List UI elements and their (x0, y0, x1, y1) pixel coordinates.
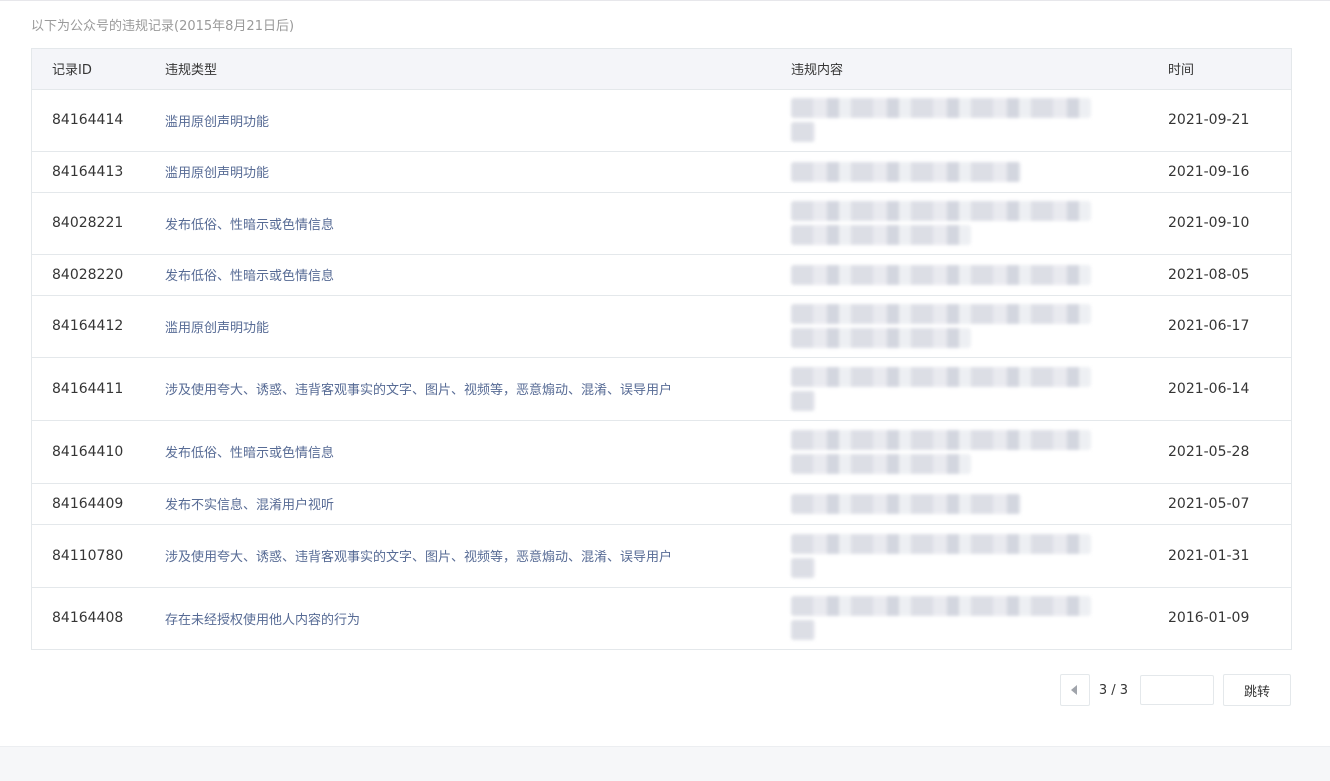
violation-type: 发布不实信息、混淆用户视听 (165, 483, 791, 525)
record-time: 2021-09-16 (1168, 151, 1291, 193)
record-id: 84164413 (32, 151, 165, 193)
table-row: 84164412 滥用原创声明功能 2021-06-17 (32, 295, 1291, 358)
table-row: 84164411 涉及使用夸大、诱惑、违背客观事实的文字、图片、视频等，恶意煽动… (32, 357, 1291, 421)
record-time: 2016-01-09 (1168, 610, 1250, 627)
violation-type: 发布低俗、性暗示或色情信息 (165, 420, 791, 484)
jump-button[interactable]: 跳转 (1223, 674, 1291, 706)
table-header-row: 记录ID 违规类型 违规内容 时间 (32, 49, 1291, 90)
violation-table: 记录ID 违规类型 违规内容 时间 84164414 滥用原创声明功能 2021… (32, 49, 1291, 649)
violation-type: 涉及使用夸大、诱惑、违背客观事实的文字、图片、视频等，恶意煽动、混淆、误导用户 (165, 524, 791, 588)
violation-content-redacted (791, 420, 1168, 484)
violation-type: 存在未经授权使用他人内容的行为 (165, 612, 361, 628)
violation-content-redacted (791, 89, 1168, 152)
record-id: 84164410 (32, 420, 165, 484)
record-time: 2021-05-28 (1168, 420, 1291, 484)
table-row: 84164408 存在未经授权使用他人内容的行为 2016-01-09 (32, 587, 1291, 649)
record-id: 84164408 (52, 610, 124, 627)
table-row: 84110780 涉及使用夸大、诱惑、违背客观事实的文字、图片、视频等，恶意煽动… (32, 524, 1291, 588)
violation-type: 滥用原创声明功能 (165, 295, 791, 358)
table-row: 84028220 发布低俗、性暗示或色情信息 2021-08-05 (32, 254, 1291, 296)
violation-type: 滥用原创声明功能 (165, 89, 791, 152)
record-id: 84028221 (32, 192, 165, 255)
record-time: 2021-09-10 (1168, 192, 1291, 255)
violation-notice: 以下为公众号的违规记录(2015年8月21日后) (31, 19, 295, 34)
violation-type: 发布低俗、性暗示或色情信息 (165, 192, 791, 255)
record-time: 2021-06-17 (1168, 295, 1291, 358)
violation-type: 涉及使用夸大、诱惑、违背客观事实的文字、图片、视频等，恶意煽动、混淆、误导用户 (165, 357, 791, 421)
violation-content-redacted (791, 587, 1168, 649)
violation-content-redacted (791, 524, 1168, 588)
header-violation-content: 违规内容 (791, 49, 1168, 90)
record-id: 84164412 (32, 295, 165, 358)
page-jump-input[interactable] (1140, 675, 1214, 705)
record-id: 84164411 (32, 357, 165, 421)
violation-content-redacted (791, 483, 1168, 525)
record-time: 2021-09-21 (1168, 89, 1291, 152)
violation-content-redacted (791, 151, 1168, 193)
record-id: 84164409 (32, 483, 165, 525)
table-row: 84164414 滥用原创声明功能 2021-09-21 (32, 89, 1291, 152)
table-row: 84164410 发布低俗、性暗示或色情信息 2021-05-28 (32, 420, 1291, 484)
page-indicator: 3 / 3 (1098, 682, 1128, 698)
violation-type: 滥用原创声明功能 (165, 151, 791, 193)
record-id: 84028220 (32, 254, 165, 296)
violation-content-redacted (791, 295, 1168, 358)
record-time: 2021-08-05 (1168, 254, 1291, 296)
footer-area (0, 746, 1330, 781)
record-id: 84164414 (32, 89, 165, 152)
record-time: 2021-05-07 (1168, 483, 1291, 525)
header-record-id: 记录ID (32, 49, 165, 90)
pagination: 3 / 3 跳转 (1059, 674, 1291, 706)
record-time: 2021-01-31 (1168, 524, 1291, 588)
violation-content-redacted (791, 192, 1168, 255)
record-id: 84110780 (32, 524, 165, 588)
record-time: 2021-06-14 (1168, 357, 1291, 421)
table-row: 84164409 发布不实信息、混淆用户视听 2021-05-07 (32, 483, 1291, 525)
violation-type: 发布低俗、性暗示或色情信息 (165, 254, 791, 296)
violation-content-redacted (791, 357, 1168, 421)
triangle-left-icon (1070, 685, 1077, 695)
violation-content-redacted (791, 254, 1168, 296)
prev-page-button[interactable] (1059, 674, 1090, 706)
table-row: 84028221 发布低俗、性暗示或色情信息 2021-09-10 (32, 192, 1291, 255)
violation-table-container: 记录ID 违规类型 违规内容 时间 84164414 滥用原创声明功能 2021… (31, 48, 1292, 650)
header-violation-type: 违规类型 (165, 49, 791, 90)
header-time: 时间 (1168, 49, 1291, 90)
table-row: 84164413 滥用原创声明功能 2021-09-16 (32, 151, 1291, 193)
top-divider (0, 0, 1330, 1)
